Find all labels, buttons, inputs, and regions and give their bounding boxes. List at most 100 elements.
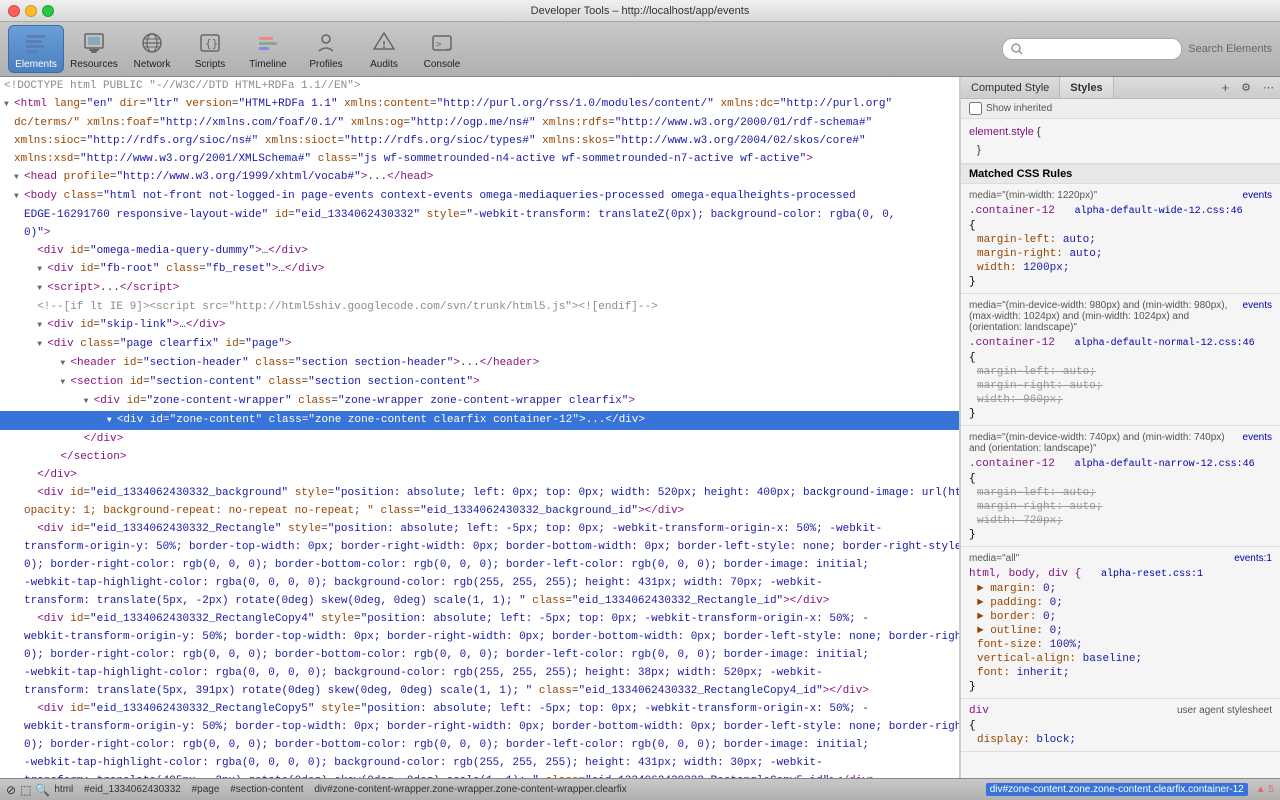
status-inspect-icon[interactable]: ⬚	[20, 783, 31, 797]
tab-network[interactable]: Network	[124, 25, 180, 73]
css-rule-1: media="(min-width: 1220px)" events .cont…	[961, 184, 1280, 294]
tab-resources[interactable]: Resources	[66, 25, 122, 73]
media-query-4: media="all" events:1	[961, 551, 1280, 566]
html-line: 0); border-right-color: rgb(0, 0, 0); bo…	[0, 646, 959, 664]
html-line: <header id="section-header" class="secti…	[0, 354, 959, 373]
tab-scripts[interactable]: {} Scripts	[182, 25, 238, 73]
close-button[interactable]	[8, 5, 20, 17]
html-line: dc/terms/" xmlns:foaf="http://xmlns.com/…	[0, 114, 959, 132]
maximize-button[interactable]	[42, 5, 54, 17]
source-link-1b[interactable]: alpha-default-wide-12.css:46	[1075, 206, 1243, 217]
status-clear-icon[interactable]: ⊘	[6, 783, 16, 797]
html-line: webkit-transform-origin-y: 50%; border-t…	[0, 718, 959, 736]
window-controls[interactable]	[8, 5, 54, 17]
html-line: opacity: 1; background-repeat: no-repeat…	[0, 502, 959, 520]
tab-profiles[interactable]: Profiles	[298, 25, 354, 73]
rule-prop-crossed-5: margin-right: auto;	[961, 500, 1280, 514]
status-crumb-1[interactable]: #eid_1334062430332	[84, 784, 181, 795]
element-style-section: element.style { }	[961, 119, 1280, 164]
status-search-icon[interactable]: 🔍	[35, 783, 50, 797]
show-inherited-checkbox[interactable]	[969, 102, 982, 115]
search-container	[1002, 38, 1182, 60]
rule-prop-3: width: 1200px;	[961, 261, 1280, 275]
sep3	[223, 784, 226, 795]
resources-label: Resources	[70, 59, 118, 70]
rule-brace: {	[961, 219, 1280, 233]
main-area: <!DOCTYPE html PUBLIC "-//W3C//DTD HTML+…	[0, 77, 1280, 778]
selector-4: html, body, div { alpha-reset.css:1	[961, 566, 1280, 582]
search-icon	[1011, 43, 1023, 55]
element-style-closing: }	[961, 141, 1280, 159]
element-style-selector: element.style {	[961, 123, 1280, 141]
search-input[interactable]	[1023, 43, 1173, 55]
tab-console[interactable]: > _ Console	[414, 25, 470, 73]
html-line: <div class="page clearfix" id="page">	[0, 335, 959, 354]
scripts-icon: {}	[196, 29, 224, 57]
user-agent-label: user agent stylesheet	[1177, 705, 1272, 717]
rule-prop-border: ► border: 0;	[961, 610, 1280, 624]
source-link-1[interactable]: events	[1243, 190, 1272, 201]
media-query-3: media="(min-device-width: 740px) and (mi…	[961, 430, 1280, 456]
source-link-4b[interactable]: alpha-reset.css:1	[1101, 569, 1203, 580]
tab-styles[interactable]: Styles	[1060, 77, 1113, 98]
status-html[interactable]: html	[54, 784, 73, 795]
profiles-icon	[312, 29, 340, 57]
source-link-2b[interactable]: alpha-default-normal-12.css:46	[1075, 338, 1255, 349]
timeline-label: Timeline	[249, 59, 286, 70]
source-link-2[interactable]: events	[1243, 300, 1272, 333]
html-line: <div id="skip-link">…</div>	[0, 316, 959, 335]
status-crumb-4[interactable]: div#zone-content-wrapper.zone-wrapper.zo…	[314, 784, 626, 795]
rule-prop-outline: ► outline: 0;	[961, 624, 1280, 638]
selector-2: .container-12 alpha-default-normal-12.cs…	[961, 335, 1280, 351]
status-crumb-3[interactable]: #section-content	[230, 784, 303, 795]
tab-timeline[interactable]: Timeline	[240, 25, 296, 73]
network-label: Network	[134, 59, 171, 70]
rule-prop-margin: ► margin: 0;	[961, 582, 1280, 596]
refresh-style-button[interactable]: ⚙	[1235, 81, 1257, 94]
panel-tabs: Computed Style Styles + ⚙ ⋯	[961, 77, 1280, 99]
html-line: <div id="eid_1334062430332_background" s…	[0, 484, 959, 502]
html-line: <div id="eid_1334062430332_RectangleCopy…	[0, 610, 959, 628]
title-bar: Developer Tools – http://localhost/app/e…	[0, 0, 1280, 22]
rule-brace-close: }	[961, 275, 1280, 289]
more-style-button[interactable]: ⋯	[1257, 81, 1280, 94]
agent-brace: {	[961, 719, 1280, 733]
network-icon	[138, 29, 166, 57]
matched-css-header: Matched CSS Rules	[961, 164, 1280, 184]
html-line: -webkit-tap-highlight-color: rgba(0, 0, …	[0, 754, 959, 772]
html-line: 0); border-right-color: rgb(0, 0, 0); bo…	[0, 556, 959, 574]
sep5	[631, 784, 634, 795]
rule-prop-font: font: inherit;	[961, 666, 1280, 680]
minimize-button[interactable]	[25, 5, 37, 17]
html-line: 0); border-right-color: rgb(0, 0, 0); bo…	[0, 736, 959, 754]
tab-elements[interactable]: Elements	[8, 25, 64, 73]
html-line: transform: translate(5px, -2px) rotate(0…	[0, 592, 959, 610]
tab-computed-style[interactable]: Computed Style	[961, 77, 1060, 98]
rule-brace-close-4: }	[961, 680, 1280, 694]
status-bar: ⊘ ⬚ 🔍 html #eid_1334062430332 #page #sec…	[0, 778, 1280, 800]
source-link-3[interactable]: events	[1243, 432, 1272, 454]
html-line: <!DOCTYPE html PUBLIC "-//W3C//DTD HTML+…	[0, 77, 959, 95]
html-line: transform: translate(5px, 391px) rotate(…	[0, 682, 959, 700]
source-link-3b[interactable]: alpha-default-narrow-12.css:46	[1075, 459, 1255, 470]
rule-brace-2: {	[961, 351, 1280, 365]
rule-prop-2: margin-right: auto;	[961, 247, 1280, 261]
css-rule-4: media="all" events:1 html, body, div { a…	[961, 547, 1280, 699]
rule-brace-close-2: }	[961, 407, 1280, 421]
html-line: webkit-transform-origin-y: 50%; border-t…	[0, 628, 959, 646]
html-line: <script>...</script>	[0, 279, 959, 298]
html-line: xmlns:sioc="http://rdfs.org/sioc/ns#" xm…	[0, 132, 959, 150]
html-line: 0)">	[0, 224, 959, 242]
status-crumb-2[interactable]: #page	[192, 784, 220, 795]
html-panel[interactable]: <!DOCTYPE html PUBLIC "-//W3C//DTD HTML+…	[0, 77, 960, 778]
html-line-selected[interactable]: <div id="zone-content" class="zone zone-…	[0, 411, 959, 430]
status-selected[interactable]: div#zone-content.zone.zone-content.clear…	[986, 783, 1248, 796]
html-line: xmlns:xsd="http://www.w3.org/2001/XMLSch…	[0, 150, 959, 168]
rule-prop-fontsize: font-size: 100%;	[961, 638, 1280, 652]
tab-audits[interactable]: Audits	[356, 25, 412, 73]
rule-prop-1: margin-left: auto;	[961, 233, 1280, 247]
add-style-button[interactable]: +	[1216, 80, 1236, 95]
html-line: <!--[if lt IE 9]><script src="http://htm…	[0, 298, 959, 316]
svg-text:> _: > _	[436, 40, 453, 50]
source-link-4[interactable]: events:1	[1234, 553, 1272, 564]
